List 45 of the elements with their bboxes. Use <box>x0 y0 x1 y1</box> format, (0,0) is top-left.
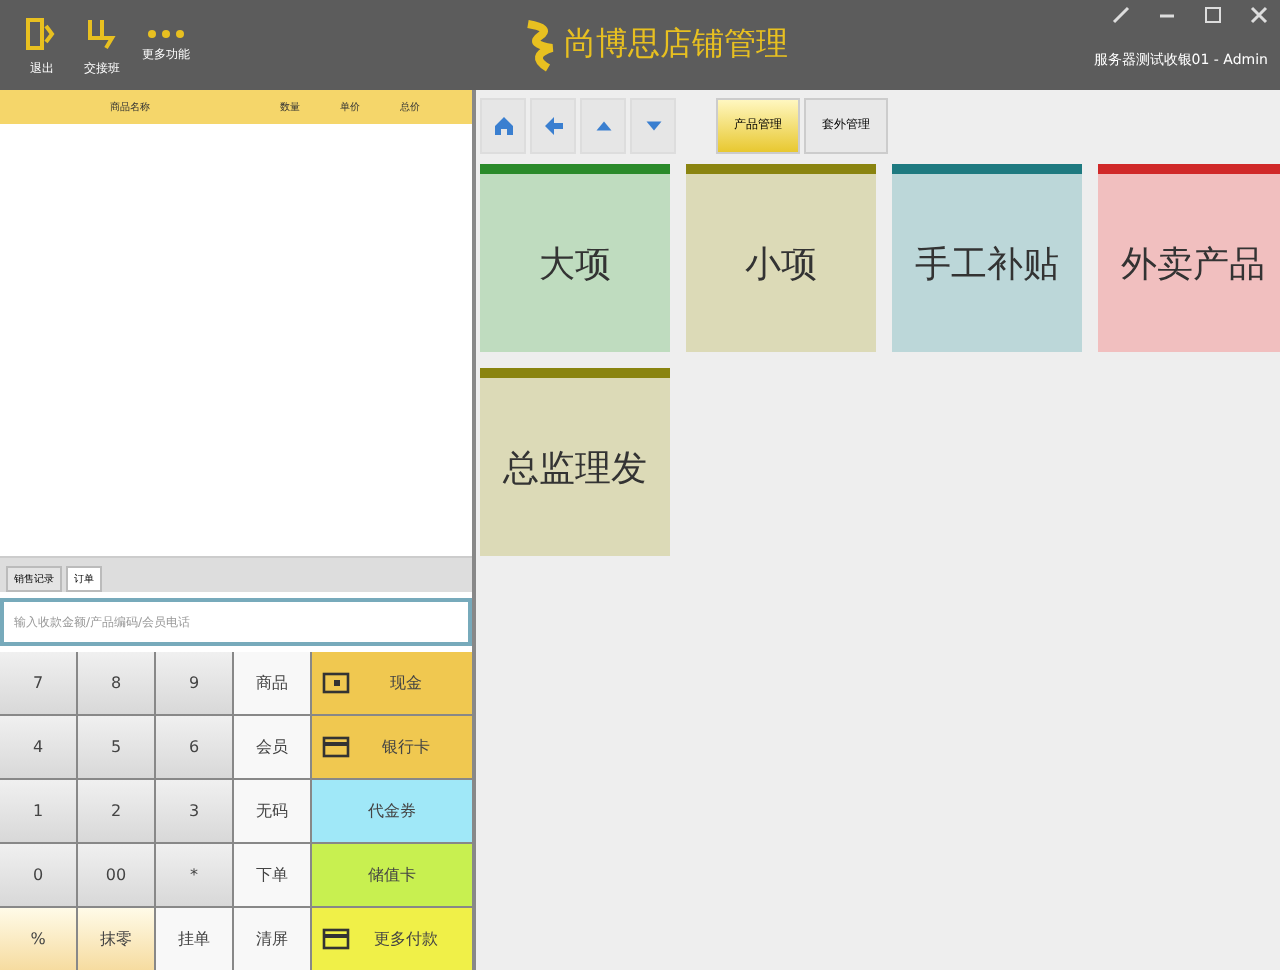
keypad-key[interactable]: 5 <box>78 716 154 778</box>
keypad-key[interactable]: 清屏 <box>234 908 310 970</box>
payment-button[interactable]: 更多付款 <box>312 908 472 970</box>
keypad-key[interactable]: 1 <box>0 780 76 842</box>
category-tile[interactable]: 外卖产品 <box>1098 164 1280 352</box>
app-title: 尚博思店铺管理 <box>564 23 788 65</box>
keypad-key[interactable]: 8 <box>78 652 154 714</box>
keypad-key[interactable]: 下单 <box>234 844 310 906</box>
keypad-key[interactable]: % <box>0 908 76 970</box>
dots-icon <box>146 27 186 39</box>
home-icon <box>491 113 515 137</box>
up-button[interactable] <box>580 97 626 153</box>
keypad-key[interactable]: 4 <box>0 716 76 778</box>
payment-button[interactable]: 代金券 <box>312 780 472 842</box>
keypad-key[interactable]: 9 <box>156 652 232 714</box>
home-button[interactable] <box>480 97 526 153</box>
down-button[interactable] <box>630 97 676 153</box>
keypad-key[interactable]: 0 <box>0 844 76 906</box>
payment-button[interactable]: 储值卡 <box>312 844 472 906</box>
keypad-key[interactable]: 商品 <box>234 652 310 714</box>
keypad-key[interactable]: 2 <box>78 780 154 842</box>
keypad-key[interactable]: 会员 <box>234 716 310 778</box>
keypad-key[interactable]: 3 <box>156 780 232 842</box>
cash-icon <box>322 672 350 694</box>
category-tile[interactable]: 总监理发 <box>480 368 670 556</box>
keypad-key[interactable]: 6 <box>156 716 232 778</box>
category-tile[interactable]: 大项 <box>480 164 670 352</box>
payment-button[interactable]: 银行卡 <box>312 716 472 778</box>
keypad-key[interactable]: 无码 <box>234 780 310 842</box>
resize-icon[interactable] <box>1112 6 1130 24</box>
arrow-left-icon <box>541 113 565 137</box>
card-icon <box>322 736 350 758</box>
keypad-key[interactable]: * <box>156 844 232 906</box>
back-button[interactable] <box>530 97 576 153</box>
payment-button[interactable]: 现金 <box>312 652 472 714</box>
logo-icon <box>524 16 556 72</box>
category-tile[interactable]: 小项 <box>686 164 876 352</box>
close-icon[interactable] <box>1250 6 1268 24</box>
card-icon <box>322 928 350 950</box>
keypad-key[interactable]: 抹零 <box>78 908 154 970</box>
keypad-key[interactable]: 00 <box>78 844 154 906</box>
keypad-key[interactable]: 挂单 <box>156 908 232 970</box>
category-tile[interactable]: 手工补贴 <box>892 164 1082 352</box>
keypad-key[interactable]: 7 <box>0 652 76 714</box>
maximize-icon[interactable] <box>1204 6 1222 24</box>
